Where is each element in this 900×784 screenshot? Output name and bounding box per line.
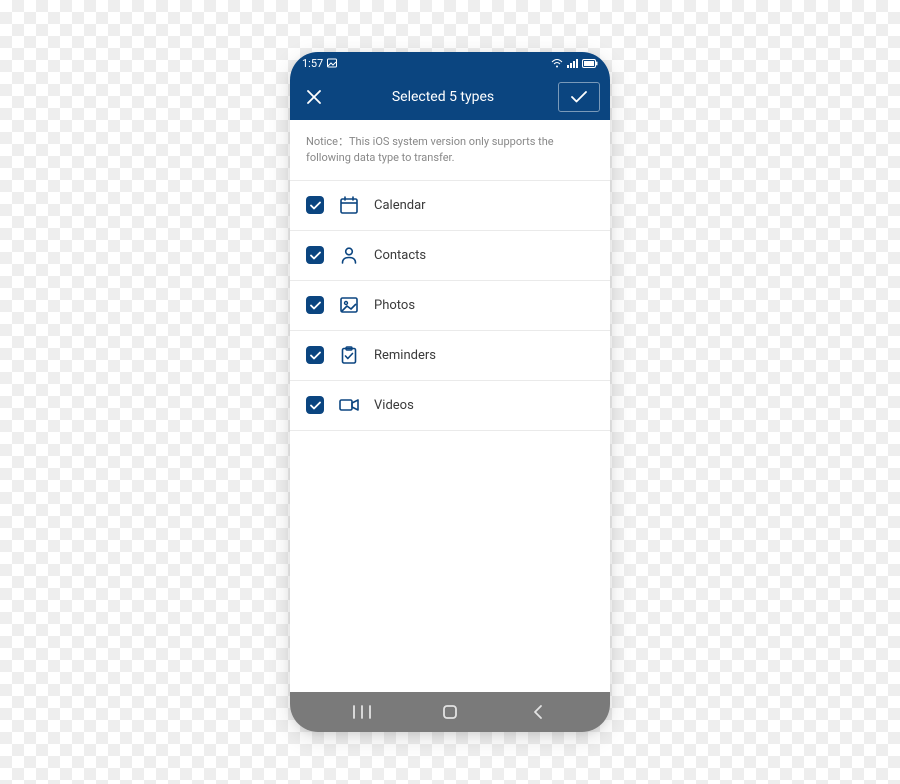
checkmark-icon	[310, 201, 321, 210]
list-item-calendar[interactable]: Calendar	[290, 181, 610, 231]
home-icon	[442, 704, 458, 720]
list-item-photos[interactable]: Photos	[290, 281, 610, 331]
battery-icon	[582, 59, 598, 68]
checkmark-icon	[310, 351, 321, 360]
list-item-label: Reminders	[374, 348, 436, 363]
status-bar: 1:57	[290, 52, 610, 74]
app-bar: Selected 5 types	[290, 74, 610, 120]
close-button[interactable]	[300, 83, 328, 111]
checkmark-icon	[310, 401, 321, 410]
type-list: Calendar Contacts Photos	[290, 181, 610, 692]
list-item-reminders[interactable]: Reminders	[290, 331, 610, 381]
status-left: 1:57	[302, 57, 337, 70]
nav-back-button[interactable]	[518, 692, 558, 732]
checkmark-icon	[310, 251, 321, 260]
page-title: Selected 5 types	[336, 89, 550, 105]
list-item-label: Photos	[374, 298, 415, 313]
reminders-icon	[338, 344, 360, 366]
calendar-icon	[338, 194, 360, 216]
list-item-label: Calendar	[374, 198, 426, 213]
photos-icon	[338, 294, 360, 316]
list-item-contacts[interactable]: Contacts	[290, 231, 610, 281]
close-icon	[307, 90, 321, 104]
checkbox-reminders[interactable]	[306, 346, 324, 364]
list-item-label: Contacts	[374, 248, 426, 263]
phone-frame: 1:57 Selected 5 types Notice：This iOS sy…	[290, 52, 610, 732]
signal-icon	[567, 59, 578, 68]
contacts-icon	[338, 244, 360, 266]
status-right	[551, 59, 598, 68]
picture-icon	[327, 58, 337, 68]
nav-home-button[interactable]	[430, 692, 470, 732]
recents-icon	[353, 705, 371, 719]
nav-recents-button[interactable]	[342, 692, 382, 732]
videos-icon	[338, 394, 360, 416]
checkbox-photos[interactable]	[306, 296, 324, 314]
wifi-icon	[551, 59, 563, 68]
notice-text: Notice：This iOS system version only supp…	[290, 120, 610, 181]
list-item-videos[interactable]: Videos	[290, 381, 610, 431]
checkmark-icon	[310, 301, 321, 310]
list-item-label: Videos	[374, 398, 414, 413]
back-icon	[532, 704, 544, 720]
confirm-button[interactable]	[558, 82, 600, 112]
status-time: 1:57	[302, 57, 323, 70]
checkbox-calendar[interactable]	[306, 196, 324, 214]
check-icon	[571, 91, 587, 103]
checkbox-contacts[interactable]	[306, 246, 324, 264]
android-nav-bar	[290, 692, 610, 732]
checkbox-videos[interactable]	[306, 396, 324, 414]
